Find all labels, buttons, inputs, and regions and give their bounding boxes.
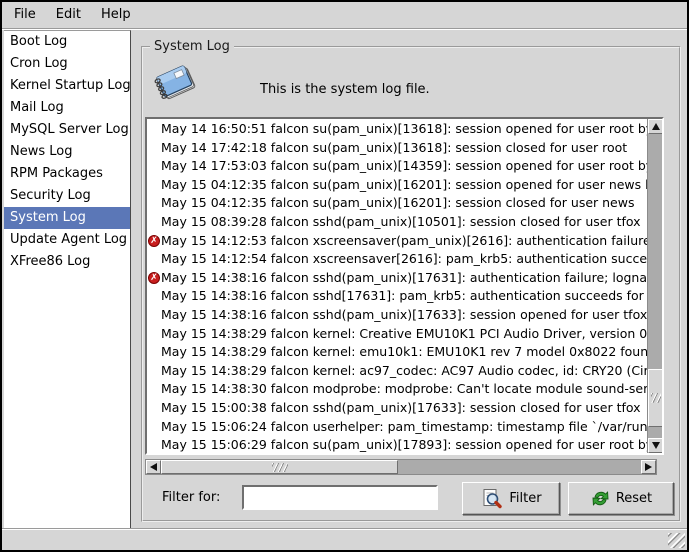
sidebar-item-xfree86-log[interactable]: XFree86 Log [4,251,130,273]
arrow-left-icon [150,463,157,471]
scroll-left-button[interactable] [146,460,161,474]
arrow-down-icon [652,442,660,449]
filter-label: Filter for: [162,490,220,505]
log-row[interactable]: ✗May 14 16:50:51 falcon su(pam_unix)[136… [147,120,647,139]
scroll-up-button[interactable] [648,119,663,134]
sidebar-item-mail-log[interactable]: Mail Log [4,97,130,119]
log-row[interactable]: ✗May 15 04:12:35 falcon su(pam_unix)[162… [147,176,647,195]
scroll-down-button[interactable] [648,438,663,453]
arrow-right-icon [645,463,652,471]
log-header: This is the system log file. [143,48,679,114]
log-row[interactable]: ✗May 15 15:06:24 falcon userhelper: pam_… [147,418,647,437]
filter-button-label: Filter [509,491,541,506]
vertical-scrollbar-thumb[interactable] [648,369,663,427]
log-viewer-window: File Edit Help Boot Log Cron Log Kernel … [0,0,689,552]
log-row[interactable]: ✗May 15 04:12:35 falcon su(pam_unix)[162… [147,194,647,213]
sidebar-item-kernel-startup-log[interactable]: Kernel Startup Log [4,75,130,97]
log-list: ✗May 14 16:50:51 falcon su(pam_unix)[136… [145,117,664,455]
scroll-right-button[interactable] [641,460,656,474]
sidebar-item-cron-log[interactable]: Cron Log [4,53,130,75]
filter-button[interactable]: Filter [462,482,560,515]
sidebar-item-security-log[interactable]: Security Log [4,185,130,207]
refresh-icon [590,488,611,509]
log-row[interactable]: ✗May 15 14:12:54 falcon xscreensaver[261… [147,250,647,269]
resize-grip[interactable] [668,533,685,548]
main-panel: System Log [132,30,687,529]
thumb-grip [272,463,288,472]
system-log-groupbox: System Log [141,46,681,522]
log-row[interactable]: ✗May 15 14:38:16 falcon sshd(pam_unix)[1… [147,269,647,288]
menu-edit[interactable]: Edit [48,3,93,27]
log-row[interactable]: ✗May 15 14:38:29 falcon kernel: ac97_cod… [147,362,647,381]
log-row[interactable]: ✗May 15 14:38:16 falcon sshd[17631]: pam… [147,287,647,306]
search-document-icon [480,487,504,511]
vertical-scrollbar[interactable] [647,119,662,453]
horizontal-scrollbar-thumb[interactable] [161,460,398,474]
log-type-sidebar: Boot Log Cron Log Kernel Startup Log Mai… [4,30,131,529]
log-row[interactable]: ✗May 15 14:38:16 falcon sshd(pam_unix)[1… [147,306,647,325]
log-row[interactable]: ✗May 15 15:06:29 falcon su(pam_unix)[178… [147,436,647,453]
error-icon: ✗ [148,235,160,247]
menu-help[interactable]: Help [93,3,143,27]
log-row[interactable]: ✗May 14 17:53:03 falcon su(pam_unix)[143… [147,157,647,176]
statusbar [2,529,687,550]
sidebar-item-rpm-packages[interactable]: RPM Packages [4,163,130,185]
filter-input[interactable] [242,485,438,510]
log-row[interactable]: ✗May 15 14:38:30 falcon modprobe: modpro… [147,380,647,399]
menubar: File Edit Help [2,2,687,29]
sidebar-item-system-log[interactable]: System Log [4,207,130,229]
log-row[interactable]: ✗May 15 15:00:38 falcon sshd(pam_unix)[1… [147,399,647,418]
horizontal-scrollbar[interactable] [145,459,657,475]
menu-file[interactable]: File [6,3,48,27]
sidebar-item-update-agent-log[interactable]: Update Agent Log [4,229,130,251]
sidebar-item-mysql-server-log[interactable]: MySQL Server Log [4,119,130,141]
sidebar-item-news-log[interactable]: News Log [4,141,130,163]
log-description: This is the system log file. [260,82,430,97]
log-row[interactable]: ✗May 15 14:12:53 falcon xscreensaver(pam… [147,232,647,251]
notebook-icon [152,59,198,105]
log-row[interactable]: ✗May 15 08:39:28 falcon sshd(pam_unix)[1… [147,213,647,232]
error-icon: ✗ [148,272,160,284]
reset-button-label: Reset [616,491,652,506]
log-row[interactable]: ✗May 15 14:38:29 falcon kernel: emu10k1:… [147,343,647,362]
arrow-up-icon [652,123,660,130]
reset-button[interactable]: Reset [568,482,674,515]
log-row[interactable]: ✗May 14 17:42:18 falcon su(pam_unix)[136… [147,139,647,158]
sidebar-item-boot-log[interactable]: Boot Log [4,31,130,53]
thumb-grip [651,393,661,403]
log-rows: ✗May 14 16:50:51 falcon su(pam_unix)[136… [147,119,647,453]
log-row[interactable]: ✗May 15 14:38:29 falcon kernel: Creative… [147,325,647,344]
